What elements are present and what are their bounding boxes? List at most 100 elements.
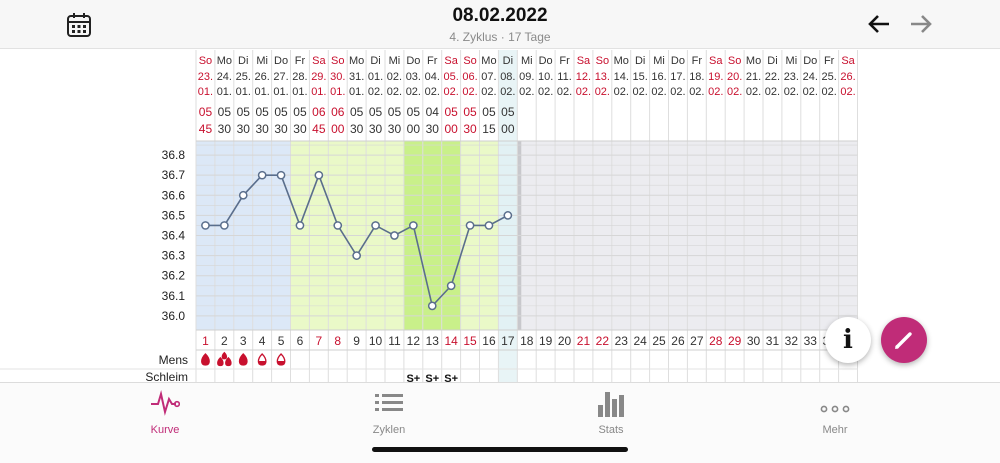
time-hour: 05 bbox=[369, 105, 383, 119]
cycle-day-number: 3 bbox=[240, 334, 247, 348]
cycle-day-number: 32 bbox=[785, 334, 799, 348]
day-label: 31. bbox=[349, 71, 364, 83]
cycle-day-number: 28 bbox=[709, 334, 723, 348]
month-label: 02. bbox=[840, 86, 855, 98]
time-hour: 05 bbox=[255, 105, 269, 119]
time-minute: 30 bbox=[388, 122, 402, 136]
month-label: 01. bbox=[236, 86, 251, 98]
cycle-day-number: 31 bbox=[766, 334, 780, 348]
weekday-label: Mi bbox=[521, 55, 533, 67]
weekday-label: Di bbox=[370, 55, 380, 67]
weekday-label: Do bbox=[671, 55, 685, 67]
cycle-day-number: 8 bbox=[334, 334, 341, 348]
weekday-label: Mo bbox=[746, 55, 761, 67]
cycle-day-number: 17 bbox=[501, 334, 515, 348]
month-label: 02. bbox=[519, 86, 534, 98]
month-label: 01. bbox=[273, 86, 288, 98]
time-minute: 30 bbox=[293, 122, 307, 136]
month-label: 02. bbox=[368, 86, 383, 98]
time-minute: 30 bbox=[237, 122, 251, 136]
month-label: 02. bbox=[538, 86, 553, 98]
weekday-label: Fr bbox=[559, 55, 570, 67]
month-label: 01. bbox=[198, 86, 213, 98]
bar-chart-icon bbox=[598, 392, 624, 417]
weekday-label: Sa bbox=[709, 55, 723, 67]
pencil-icon bbox=[895, 332, 912, 349]
day-label: 11. bbox=[557, 71, 571, 83]
day-label: 22. bbox=[765, 71, 780, 83]
cycle-day-number: 12 bbox=[407, 334, 421, 348]
time-hour: 05 bbox=[463, 105, 477, 119]
month-label: 02. bbox=[557, 86, 572, 98]
weekday-label: Do bbox=[539, 55, 553, 67]
arrow-right-icon[interactable] bbox=[908, 11, 934, 37]
temperature-point bbox=[201, 221, 210, 230]
cycle-day-number: 9 bbox=[353, 334, 360, 348]
day-label: 07. bbox=[481, 71, 496, 83]
cycle-day-number: 23 bbox=[615, 334, 629, 348]
time-hour: 06 bbox=[331, 105, 345, 119]
time-hour: 05 bbox=[482, 105, 496, 119]
month-label: 02. bbox=[689, 86, 704, 98]
day-label: 16. bbox=[651, 71, 666, 83]
info-icon: i bbox=[843, 325, 853, 355]
weekday-label: Sa bbox=[444, 55, 458, 67]
month-label: 01. bbox=[330, 86, 345, 98]
month-label: 02. bbox=[595, 86, 610, 98]
cycle-day-number: 11 bbox=[388, 334, 401, 348]
tab-label: Zyklen bbox=[372, 424, 406, 436]
temperature-point bbox=[314, 170, 324, 180]
temperature-point bbox=[276, 170, 286, 180]
temperature-point bbox=[238, 190, 248, 200]
cycle-day-number: 29 bbox=[728, 334, 742, 348]
time-hour: 06 bbox=[312, 105, 326, 119]
edit-button[interactable] bbox=[881, 317, 927, 363]
tab-kurve[interactable]: Kurve bbox=[110, 383, 220, 443]
y-tick-label: 36.0 bbox=[162, 309, 186, 323]
home-indicator bbox=[372, 447, 628, 452]
day-label: 25. bbox=[236, 71, 251, 83]
month-label: 02. bbox=[670, 86, 685, 98]
weekday-label: Mo bbox=[481, 55, 496, 67]
time-hour: 05 bbox=[444, 105, 458, 119]
day-label: 06. bbox=[462, 71, 477, 83]
weekday-label: Fr bbox=[692, 55, 703, 67]
day-label: 30. bbox=[330, 71, 345, 83]
arrow-left-icon[interactable] bbox=[866, 11, 892, 37]
info-button[interactable]: i bbox=[825, 317, 871, 363]
day-label: 23. bbox=[198, 71, 213, 83]
day-label: 13. bbox=[595, 71, 610, 83]
weekday-label: Sa bbox=[577, 55, 591, 67]
time-minute: 30 bbox=[255, 122, 269, 136]
cycle-day-number: 18 bbox=[520, 334, 534, 348]
day-label: 28. bbox=[292, 71, 307, 83]
tab-zyklen[interactable]: Zyklen bbox=[334, 383, 444, 443]
month-label: 02. bbox=[462, 86, 477, 98]
month-label: 02. bbox=[425, 86, 440, 98]
time-minute: 30 bbox=[426, 122, 440, 136]
cycle-day-number: 25 bbox=[652, 334, 666, 348]
day-label: 03. bbox=[406, 71, 421, 83]
tab-mehr[interactable]: Mehr bbox=[780, 383, 890, 443]
time-hour: 05 bbox=[293, 105, 307, 119]
month-label: 02. bbox=[576, 86, 591, 98]
y-tick-label: 36.5 bbox=[162, 208, 186, 222]
month-label: 02. bbox=[651, 86, 666, 98]
tab-label: Stats bbox=[598, 424, 624, 436]
weekday-label: Di bbox=[503, 55, 513, 67]
month-label: 02. bbox=[822, 86, 837, 98]
time-minute: 00 bbox=[407, 122, 421, 136]
tab-stats[interactable]: Stats bbox=[556, 383, 666, 443]
weekday-label: Do bbox=[406, 55, 420, 67]
drop-fill-level bbox=[277, 361, 285, 365]
cycle-day-number: 24 bbox=[633, 334, 647, 348]
weekday-label: Fr bbox=[824, 55, 835, 67]
time-minute: 30 bbox=[350, 122, 364, 136]
day-label: 04. bbox=[425, 71, 440, 83]
cycle-day-number: 2 bbox=[221, 334, 228, 348]
time-minute: 45 bbox=[199, 122, 213, 136]
weekday-label: So bbox=[199, 55, 212, 67]
cycle-day-number: 26 bbox=[671, 334, 685, 348]
weekday-label: Do bbox=[803, 55, 817, 67]
temperature-point bbox=[352, 251, 361, 260]
